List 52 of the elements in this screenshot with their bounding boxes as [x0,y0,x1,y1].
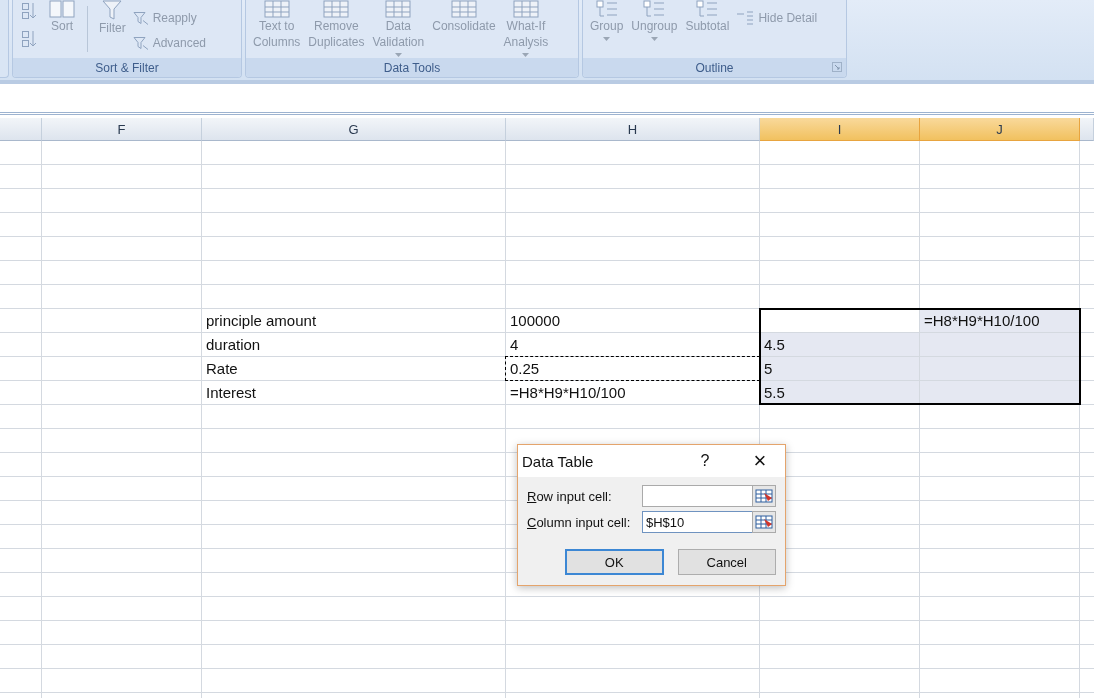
header-corner [0,118,42,141]
field-label: Column input cell: [527,514,632,530]
table-cell-text: duration [205,335,262,355]
table-cell-text: Interest [205,383,258,403]
table-cell: 4.5 [760,333,919,356]
table-icon [384,0,413,18]
help-button[interactable]: ? [675,451,735,471]
range-picker-icon [755,489,773,503]
list-icon [736,11,755,25]
table-cell: =H8*H9*H10/100 [920,309,1079,332]
close-button[interactable]: × [735,445,785,477]
selected-cell[interactable] [920,357,1079,380]
range-picker-button[interactable] [752,511,776,533]
table-cell-text: principle amount [205,311,318,331]
funnel-icon [101,0,124,20]
sort-icon [48,0,76,18]
field-label: Row input cell: [527,488,613,504]
table-cell-text: 100000 [509,311,562,331]
table-cell: 0.25 [506,357,759,380]
column-header[interactable] [1080,118,1094,141]
column-header[interactable]: J [920,118,1080,141]
column-header[interactable]: H [506,118,760,141]
selected-cell[interactable] [920,381,1079,404]
funnel-icon [132,35,149,51]
range-picker-icon [755,515,773,529]
column-header[interactable]: I [760,118,920,141]
group-label: Outline [695,60,734,75]
launcher-icon[interactable] [832,62,842,72]
table-cell: 5 [760,357,919,380]
column-header[interactable]: F [42,118,202,141]
table-cell-text: Rate [205,359,239,379]
column-header[interactable]: G [202,118,506,141]
dialog-button[interactable]: OK [565,549,664,575]
group-label: Data Tools [383,60,441,75]
dialog-button[interactable]: Cancel [677,549,776,575]
input-field[interactable]: $H$10 [642,511,752,533]
dialog-title: Data Table [522,452,595,470]
input-field[interactable] [642,485,752,507]
funnel-icon [132,10,149,26]
outline-icon [695,0,720,18]
group-label: Sort & Filter [95,60,159,75]
outline-icon [642,0,667,18]
table-cell-text: 4 [509,335,520,355]
table-icon [449,0,478,18]
table-icon [511,0,540,18]
table-cell-text: =H8*H9*H10/100 [509,383,627,403]
table-icon [262,0,291,18]
selected-cell[interactable] [920,333,1079,356]
table-cell: 5.5 [760,381,919,404]
table-icon [322,0,351,18]
range-picker-button[interactable] [752,485,776,507]
outline-icon [594,0,619,18]
